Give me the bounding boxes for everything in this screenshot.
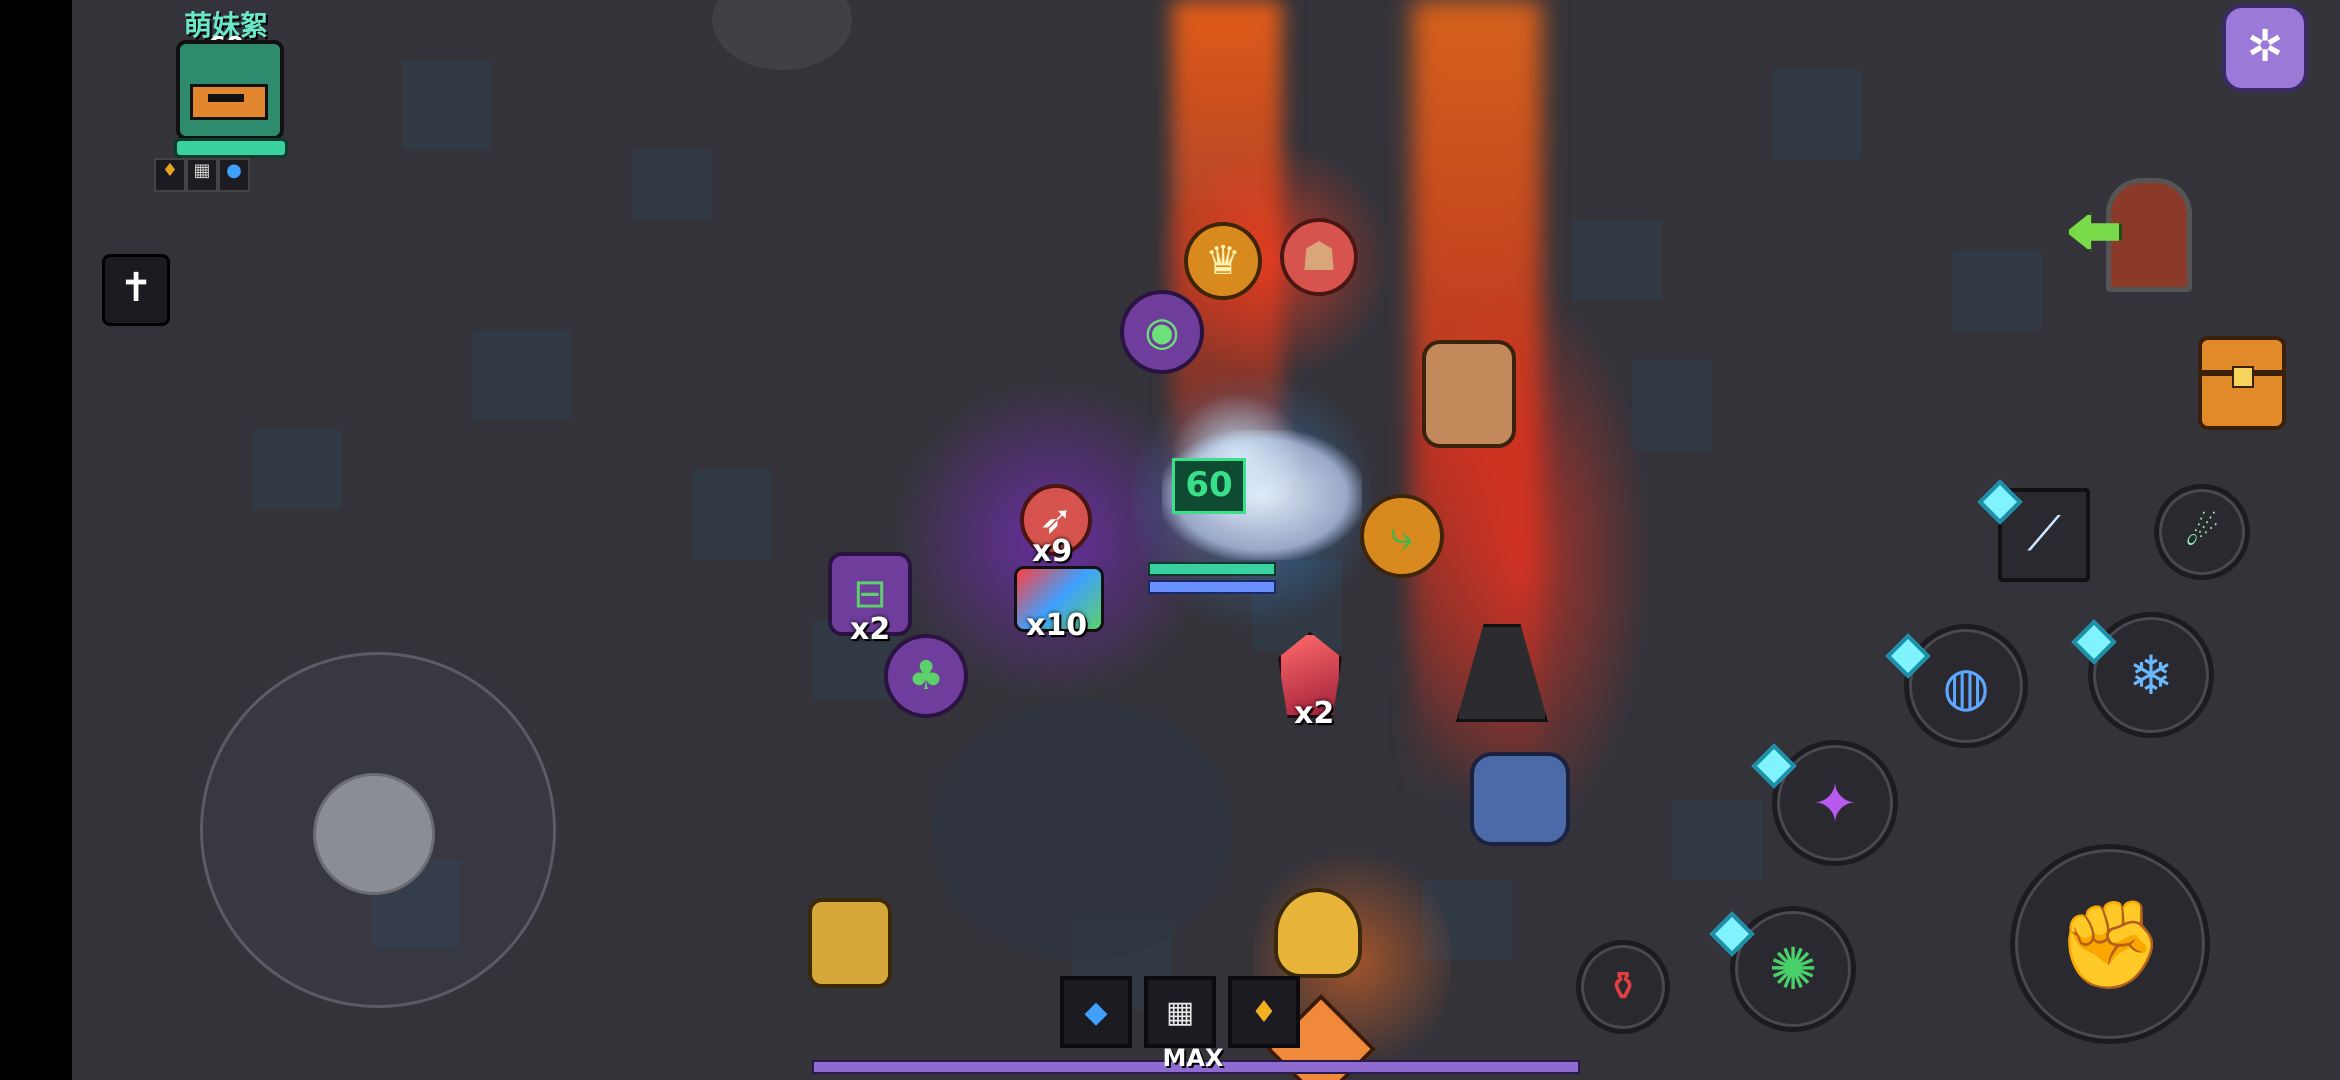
- floor-tile: [632, 150, 712, 220]
- dark-cloak-item[interactable]: [1456, 624, 1548, 722]
- dash-skill-icon[interactable]: ☄: [2154, 484, 2250, 580]
- settings-icon[interactable]: ✲: [2222, 4, 2308, 92]
- slime-item[interactable]: ◉: [1120, 290, 1204, 374]
- hotbar-slot-water[interactable]: ◆: [1060, 976, 1132, 1048]
- green-boot-item[interactable]: ⤷: [1360, 494, 1444, 578]
- cactus-item[interactable]: ♣: [884, 634, 968, 718]
- buff-water-icon: ●: [218, 158, 250, 192]
- floor-tile: [1172, 120, 1262, 200]
- totem-item[interactable]: ☗: [1280, 218, 1358, 296]
- attack-fist-icon[interactable]: ✊: [2010, 844, 2210, 1044]
- vortex-skill-icon[interactable]: ✺: [1730, 906, 1856, 1032]
- floor-skull-carving: [932, 700, 1232, 960]
- buff-tower-icon: ▦: [186, 158, 218, 192]
- floor-tile: [692, 470, 772, 560]
- gold-armor-item[interactable]: [808, 898, 892, 988]
- player-avatar[interactable]: [176, 40, 284, 140]
- game-viewport: 萌妹絮 60 ♦ ▦ ● ✝ 60 ◉ ♛ ☗ ⤷ ➶ x9 ⊟ x2 x10 …: [72, 0, 2340, 1080]
- floor-tile: [252, 430, 342, 510]
- xp-bar-label: MAX: [1162, 1044, 1224, 1072]
- joystick-knob[interactable]: [313, 773, 435, 895]
- hero-shield-bar: [1148, 580, 1276, 594]
- armor-vest-item[interactable]: [1470, 752, 1570, 846]
- arrow-count: x9: [1032, 534, 1073, 569]
- ice-skill-icon[interactable]: ❄: [2088, 612, 2214, 738]
- hero-level-tag: 60: [1172, 458, 1246, 514]
- floor-tile: [1952, 250, 2042, 330]
- crown-item[interactable]: ♛: [1184, 222, 1262, 300]
- movement-joystick[interactable]: [200, 652, 556, 1008]
- floor-tile: [472, 330, 572, 420]
- top-action-button[interactable]: [712, 0, 852, 70]
- floor-tile: [1572, 220, 1662, 300]
- totem-statue-item[interactable]: [1422, 340, 1516, 448]
- planet-skill-icon[interactable]: ◍: [1904, 624, 2028, 748]
- exit-door-icon[interactable]: [2066, 178, 2192, 292]
- shadow-skill-icon[interactable]: ✦: [1772, 740, 1898, 866]
- revive-cross-icon[interactable]: ✝: [102, 254, 170, 326]
- buff-fire-icon: ♦: [154, 158, 186, 192]
- floor-tile: [1632, 360, 1712, 450]
- crystal-count: x2: [1294, 696, 1335, 731]
- player-hp-bar: [174, 138, 288, 158]
- floor-tile: [1422, 880, 1512, 960]
- gems-count: x10: [1026, 608, 1088, 643]
- floor-tile: [402, 60, 492, 150]
- goggles-count: x2: [850, 612, 891, 647]
- hero-hp-bar: [1148, 562, 1276, 576]
- hotbar-slot-tower[interactable]: ▦: [1144, 976, 1216, 1048]
- hotbar-slot-fire[interactable]: ♦: [1228, 976, 1300, 1048]
- treasure-chest-icon[interactable]: [2198, 336, 2286, 430]
- floor-tile: [1772, 70, 1862, 160]
- potion-icon[interactable]: ⚱: [1576, 940, 1670, 1034]
- golden-helmet-item[interactable]: [1274, 888, 1362, 978]
- floor-tile: [1672, 800, 1762, 880]
